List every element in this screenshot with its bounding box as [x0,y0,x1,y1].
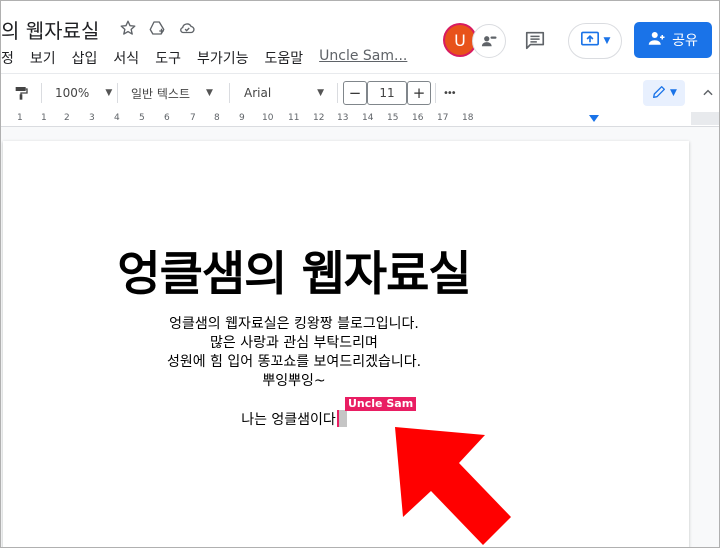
menu-item-tools[interactable]: 도구 [155,48,181,68]
paragraph-style-value: 일반 텍스트 [131,86,191,101]
font-family-value: Arial [244,86,272,100]
person-add-icon [648,30,666,50]
body-line-text: 나는 엉클샘이다 [241,412,336,428]
document-canvas: 엉클샘의 웹자료실 엉클샘의 웹자료실은 킹왕짱 블로그입니다. 많은 사랑과 … [1,127,719,547]
ruler-number: 12 [313,113,325,123]
document-heading: 엉클샘의 웹자료실 [117,247,471,302]
paint-format-icon[interactable] [13,74,29,112]
increase-font-size-button[interactable]: + [407,81,431,105]
formatting-toolbar: 100% ▼ 일반 텍스트 ▼ Arial ▼ − 11 + ••• ▼ [1,73,719,113]
body-line: 엉클샘의 웹자료실은 킹왕짱 블로그입니다. [169,316,419,332]
ruler-number: 6 [164,113,170,123]
ruler-number: 15 [387,113,399,123]
present-button[interactable]: ▼ [568,23,622,59]
body-line: 뿌잉뿌잉~ [262,373,326,389]
ruler-number: 18 [462,113,474,123]
ruler-number: 8 [214,113,220,123]
collapse-menus-icon[interactable] [701,74,715,112]
ruler-number: 11 [288,113,300,123]
ruler-number: 1 [41,113,47,123]
chevron-down-icon: ▼ [317,88,325,98]
ruler-number: 10 [262,113,274,123]
chevron-down-icon: ▼ [105,88,113,98]
ruler-number: 5 [139,113,145,123]
ruler-number: 16 [412,113,424,123]
ruler-margin-shade [691,112,719,125]
star-icon[interactable] [117,17,139,39]
ruler-number: 13 [337,113,349,123]
text-cursor [336,410,347,427]
ruler-number: 3 [89,113,95,123]
chevron-down-icon: ▼ [603,36,611,46]
comment-history-icon[interactable] [521,26,549,54]
indent-marker[interactable] [589,115,599,122]
ruler-number: 9 [239,113,245,123]
collaborator-avatar[interactable]: U [445,25,475,55]
toolbar-divider [117,83,118,103]
share-button[interactable]: 공유 [634,22,712,58]
menu-item-addons[interactable]: 부가기능 [197,48,249,68]
last-edit-link[interactable]: Uncle Sam... [319,48,407,68]
pencil-icon [651,84,667,103]
horizontal-ruler: 1 1 2 3 4 5 6 7 8 9 10 11 12 13 14 15 16… [1,112,719,127]
toolbar-divider [229,83,230,103]
anonymous-viewers-icon[interactable] [472,24,506,58]
share-label: 공유 [672,33,698,49]
docs-window: 의 웹자료실 정 보기 삽입 서식 도구 부가기능 도움말 Uncle Sam.… [0,0,720,548]
decrease-font-size-button[interactable]: − [343,81,367,105]
ruler-number: 7 [190,113,196,123]
toolbar-divider [435,83,436,103]
title-bar: 의 웹자료실 정 보기 삽입 서식 도구 부가기능 도움말 Uncle Sam.… [1,1,719,73]
toolbar-divider [41,83,42,103]
font-family-select[interactable]: Arial ▼ [244,74,324,112]
cloud-status-icon[interactable] [176,17,198,39]
zoom-select[interactable]: 100% ▼ [55,74,112,112]
zoom-value: 100% [55,86,90,100]
chevron-down-icon: ▼ [206,88,213,98]
menu-item-insert[interactable]: 삽입 [72,48,98,68]
ruler-number: 2 [64,113,70,123]
move-to-drive-icon[interactable] [146,17,168,39]
body-line: 많은 사랑과 관심 부탁드리며 [210,335,378,351]
document-title[interactable]: 의 웹자료실 [1,15,99,44]
font-size-input[interactable]: 11 [367,81,407,105]
menu-item-view[interactable]: 보기 [30,48,56,68]
more-options-button[interactable]: ••• [443,74,457,112]
collaborator-cursor-label: Uncle Sam [345,397,417,411]
menu-bar: 정 보기 삽입 서식 도구 부가기능 도움말 Uncle Sam... [1,48,423,68]
menu-item-help[interactable]: 도움말 [264,48,303,68]
present-icon [580,30,600,52]
toolbar-divider [337,83,338,103]
document-page[interactable]: 엉클샘의 웹자료실 엉클샘의 웹자료실은 킹왕짱 블로그입니다. 많은 사랑과 … [3,141,689,547]
paragraph-style-select[interactable]: 일반 텍스트 ▼ [131,74,213,112]
body-line: 성원에 힘 입어 똥꼬쇼를 보여드리겠습니다. [166,354,422,370]
red-arrow-annotation [395,427,511,545]
ruler-number: 1 [17,113,23,123]
menu-item-edit[interactable]: 정 [1,48,14,68]
menu-item-format[interactable]: 서식 [113,48,139,68]
chevron-down-icon: ▼ [670,88,677,98]
ruler-number: 4 [114,113,120,123]
ruler-number: 14 [362,113,374,123]
ruler-number: 17 [437,113,449,123]
editing-mode-button[interactable]: ▼ [643,80,685,106]
